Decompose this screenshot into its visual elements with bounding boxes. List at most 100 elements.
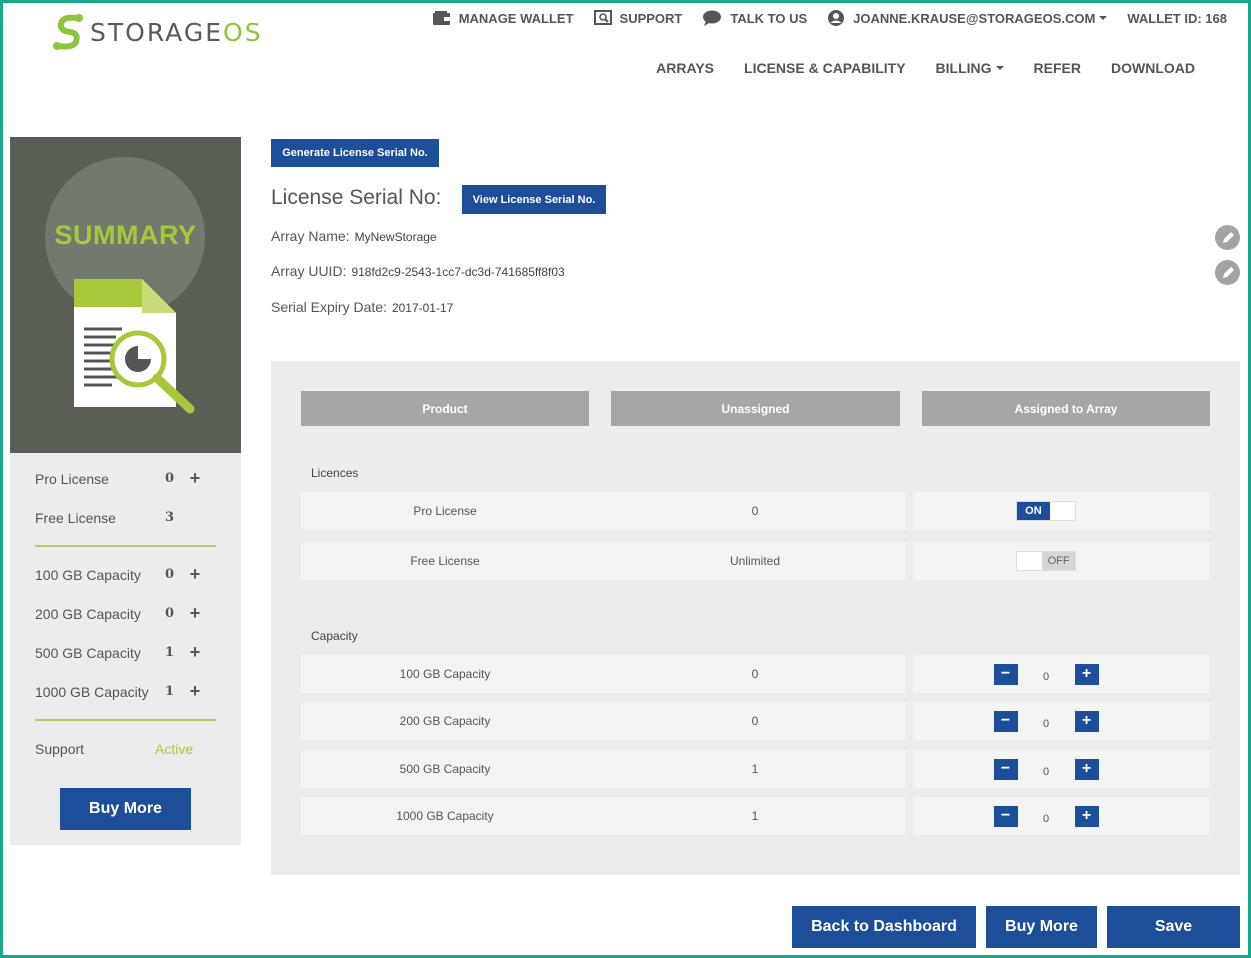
capacity-group-label: Capacity: [311, 629, 358, 643]
unassigned-cell: 0: [751, 504, 759, 518]
summary-title: SUMMARY: [54, 220, 197, 250]
back-to-dashboard-button[interactable]: Back to Dashboard: [792, 906, 976, 948]
unassigned-cell: Unlimited: [729, 554, 780, 568]
summary-row: 100 GB Capacity 0 +: [35, 555, 216, 594]
edit-array-name-icon[interactable]: [1215, 225, 1240, 250]
table-row: 500 GB Capacity 1 − 0 +: [301, 750, 1210, 788]
cell-gap: [906, 750, 913, 788]
add-icon[interactable]: +: [185, 603, 205, 624]
report-magnifier-icon: [74, 279, 195, 414]
chevron-down-icon: [995, 66, 1004, 70]
toggle-knob: [1049, 502, 1075, 520]
unassigned-cell: 1: [751, 809, 759, 823]
quantity-value: 0: [1042, 766, 1050, 778]
increment-button[interactable]: +: [1074, 710, 1099, 732]
manage-wallet-link[interactable]: MANAGE WALLET: [432, 10, 574, 26]
summary-row: Free License 3: [35, 498, 216, 537]
decrement-button[interactable]: −: [993, 805, 1018, 827]
buy-more-button[interactable]: Buy More: [60, 788, 191, 830]
support-label: Support: [35, 740, 85, 757]
assignment-panel: Product Unassigned Assigned to Array Lic…: [271, 361, 1240, 875]
nav-download[interactable]: DOWNLOAD: [1111, 60, 1195, 76]
logo-text: STORAGEOS: [90, 17, 263, 47]
summary-count: 1: [165, 645, 175, 660]
assigned-cell: − 0 +: [922, 702, 1210, 740]
nav-arrays[interactable]: ARRAYS: [656, 60, 714, 76]
expiry-value: 2017-01-17: [391, 301, 454, 315]
add-icon[interactable]: +: [185, 642, 205, 663]
table-row: 100 GB Capacity 0 − 0 +: [301, 655, 1210, 693]
decrement-button[interactable]: −: [993, 710, 1018, 732]
summary-count: 3: [165, 510, 175, 525]
column-header-assigned: Assigned to Array: [922, 391, 1210, 426]
summary-sidebar: SUMMARY Pro License 0 + Free License 3 1…: [10, 137, 241, 845]
toggle-off-label: OFF: [1042, 552, 1075, 570]
unassigned-cell: 0: [751, 714, 759, 728]
licences-group-label: Licences: [311, 466, 359, 480]
quantity-value: 0: [1042, 718, 1050, 730]
view-license-serial-button[interactable]: View License Serial No.: [462, 185, 606, 214]
free-license-toggle[interactable]: OFF: [1016, 551, 1076, 571]
add-icon[interactable]: +: [185, 468, 205, 489]
wallet-id: WALLET ID: 168: [1127, 11, 1227, 26]
array-name-line: Array Name: MyNewStorage: [271, 228, 437, 244]
nav-license-capability[interactable]: LICENSE & CAPABILITY: [744, 60, 906, 76]
add-icon[interactable]: +: [185, 681, 205, 702]
increment-button[interactable]: +: [1074, 663, 1099, 685]
save-button[interactable]: Save: [1107, 906, 1240, 948]
table-row: 1000 GB Capacity 1 − 0 +: [301, 797, 1210, 835]
header: STORAGEOS MANAGE WALLET SUPPORT TALK TO …: [0, 0, 1251, 117]
generate-license-serial-button[interactable]: Generate License Serial No.: [271, 139, 439, 167]
logo[interactable]: STORAGEOS: [52, 12, 263, 52]
user-menu[interactable]: JOANNE.KRAUSE@STORAGEOS.COM: [827, 9, 1108, 27]
quantity-stepper: − 0 +: [993, 663, 1099, 685]
pro-license-toggle[interactable]: ON: [1016, 501, 1076, 521]
nav-billing[interactable]: BILLING: [936, 60, 1004, 76]
increment-button[interactable]: +: [1074, 805, 1099, 827]
decrement-button[interactable]: −: [993, 758, 1018, 780]
logo-mark-icon: [52, 12, 84, 52]
summary-label: Free License: [35, 509, 116, 526]
chat-bubble-icon: [703, 10, 722, 26]
cell-gap: [906, 542, 913, 580]
talk-to-us-link[interactable]: TALK TO US: [702, 10, 807, 26]
nav-refer[interactable]: REFER: [1034, 60, 1081, 76]
table-row: Free License Unlimited OFF: [301, 542, 1210, 580]
summary-label: 200 GB Capacity: [35, 605, 141, 622]
array-uuid-label: Array UUID:: [271, 263, 347, 279]
summary-row-support: Support Active: [35, 729, 216, 768]
cell-gap: [906, 655, 913, 693]
product-cell: 500 GB Capacity: [399, 762, 491, 776]
summary-row: 200 GB Capacity 0 +: [35, 594, 216, 633]
summary-label: 100 GB Capacity: [35, 566, 141, 583]
summary-label: 500 GB Capacity: [35, 644, 141, 661]
summary-count: 1: [165, 684, 175, 699]
toggle-on-label: ON: [1017, 502, 1050, 520]
quantity-stepper: − 0 +: [993, 758, 1099, 780]
license-serial-title: License Serial No:: [271, 186, 442, 209]
array-uuid-value: 918fd2c9-2543-1cc7-dc3d-741685ff8f03: [351, 265, 565, 279]
summary-label: 1000 GB Capacity: [35, 683, 149, 700]
main-nav: ARRAYS LICENSE & CAPABILITY BILLING REFE…: [626, 60, 1195, 76]
expiry-line: Serial Expiry Date: 2017-01-17: [271, 299, 453, 315]
manage-wallet-label: MANAGE WALLET: [458, 10, 574, 26]
summary-hero: SUMMARY: [10, 137, 241, 453]
table-row: Pro License 0 ON: [301, 492, 1210, 530]
column-header-unassigned: Unassigned: [611, 391, 900, 426]
support-status: Active: [155, 740, 194, 757]
support-link[interactable]: SUPPORT: [593, 10, 682, 26]
quantity-value: 0: [1042, 813, 1050, 825]
cell-gap: [906, 702, 913, 740]
decrement-button[interactable]: −: [993, 663, 1018, 685]
buy-more-footer-button[interactable]: Buy More: [986, 906, 1097, 948]
unassigned-cell: 1: [751, 762, 759, 776]
talk-to-us-label: TALK TO US: [730, 10, 808, 26]
add-icon[interactable]: +: [185, 564, 205, 585]
quantity-stepper: − 0 +: [993, 805, 1099, 827]
summary-row: 500 GB Capacity 1 +: [35, 633, 216, 672]
user-email: JOANNE.KRAUSE@STORAGEOS.COM: [853, 10, 1096, 26]
toggle-knob: [1017, 552, 1043, 570]
increment-button[interactable]: +: [1074, 758, 1099, 780]
edit-array-uuid-icon[interactable]: [1215, 260, 1240, 285]
divider: [35, 719, 216, 721]
